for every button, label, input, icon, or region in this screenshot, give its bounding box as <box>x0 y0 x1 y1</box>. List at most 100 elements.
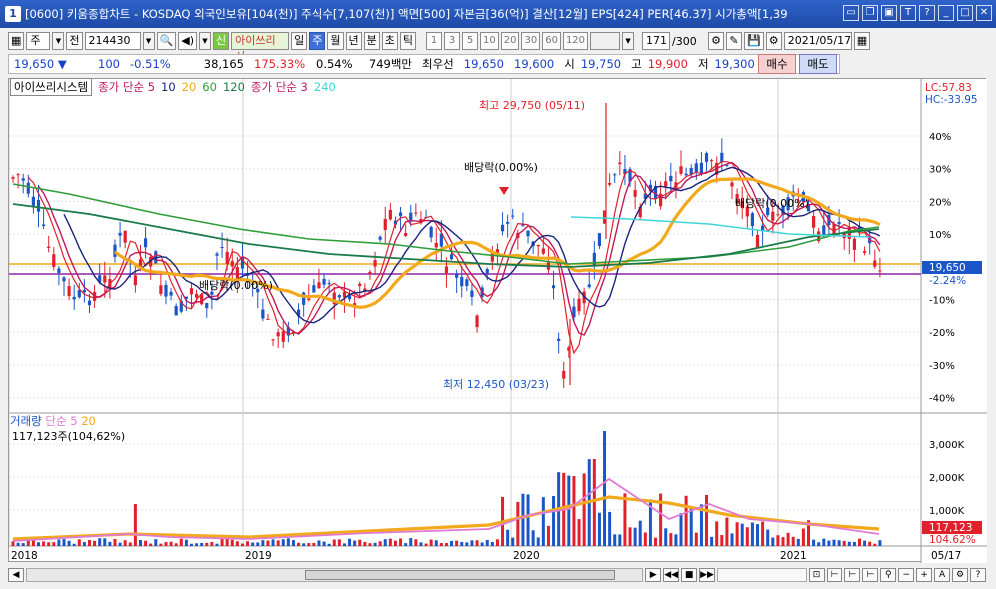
close-icon[interactable]: ✕ <box>976 5 992 21</box>
zoom-slider[interactable] <box>716 568 807 582</box>
volume-bar <box>169 541 173 546</box>
scroll-right-icon[interactable]: ▶ <box>645 568 662 582</box>
period-day[interactable]: 일 <box>291 32 308 50</box>
zoom-out-icon[interactable]: − <box>898 568 915 582</box>
volume-bar <box>873 543 877 546</box>
minute-20[interactable]: 20 <box>500 32 520 50</box>
candle-body <box>694 163 698 173</box>
volume-bar <box>766 529 770 546</box>
volume-ma-label[interactable]: 단순 5 <box>45 414 77 428</box>
pin-icon[interactable]: T <box>900 5 916 21</box>
minute-5[interactable]: 5 <box>462 32 478 50</box>
volume-bar <box>363 541 367 546</box>
minute-10[interactable]: 10 <box>480 32 499 50</box>
period-minute[interactable]: 분 <box>363 32 380 50</box>
chevron-down-icon[interactable]: ▼ <box>142 32 155 50</box>
scroll-left-icon[interactable]: ◀ <box>8 568 24 582</box>
minute-120[interactable]: 120 <box>562 32 589 50</box>
candle-body <box>281 331 285 342</box>
help-icon[interactable]: ? <box>970 568 986 582</box>
chart-svg[interactable]: 40%30%20%10%0%-10%-20%-30%-40%LC:57.83HC… <box>8 79 987 563</box>
forward-icon[interactable]: ▶▶ <box>699 568 715 582</box>
indicator-icon[interactable]: ⚙ <box>708 32 725 50</box>
ma2-legend-label[interactable]: 종가 단순 3 <box>251 79 308 95</box>
signal-button[interactable]: 신 <box>213 32 230 50</box>
candle-body <box>189 288 194 295</box>
tool3-icon[interactable]: ⊢ <box>862 568 879 582</box>
maximize-icon[interactable]: □ <box>957 5 973 21</box>
high-price: 19,900 <box>647 57 688 71</box>
search-icon[interactable]: 🔍 <box>156 32 177 50</box>
zoom-icon[interactable]: ⚲ <box>880 568 897 582</box>
sell-button[interactable]: 매도 <box>799 54 837 74</box>
calendar-icon[interactable]: ▦ <box>853 32 871 50</box>
chevron-down-icon[interactable]: ▼ <box>622 32 635 50</box>
volume-bar <box>388 538 392 546</box>
minimize-icon[interactable]: ▭ <box>843 5 859 21</box>
scroll-thumb[interactable] <box>304 570 615 580</box>
volume-bar <box>195 543 199 546</box>
system-legend[interactable]: 아이쓰리시스템 <box>10 78 93 96</box>
chart-panel[interactable]: 40%30%20%10%0%-10%-20%-30%-40%LC:57.83HC… <box>8 78 987 563</box>
candle-body <box>164 284 168 297</box>
period-second[interactable]: 초 <box>381 32 398 50</box>
volume-bar <box>669 533 673 546</box>
candle-body <box>215 253 219 256</box>
candle-body <box>52 254 56 267</box>
candle-body <box>210 291 214 295</box>
ma120-legend[interactable]: 120 <box>223 80 245 94</box>
count-input[interactable]: 171 <box>642 32 671 50</box>
rewind-icon[interactable]: ◀◀ <box>663 568 680 582</box>
candle-body <box>618 162 622 165</box>
link-icon[interactable]: ▣ <box>881 5 897 21</box>
save-icon[interactable]: 💾 <box>744 32 764 50</box>
period-week[interactable]: 주 <box>309 32 326 50</box>
restore-icon[interactable]: ❐ <box>862 5 878 21</box>
zoom-fit-icon[interactable]: ⊡ <box>808 568 825 582</box>
zoom-in-icon[interactable]: + <box>916 568 933 582</box>
draw-icon[interactable]: ✎ <box>726 32 743 50</box>
code-input[interactable]: 214430 <box>84 32 141 50</box>
system-name-field[interactable]: 아이쓰리시 <box>231 32 290 63</box>
volume-bar <box>378 541 382 546</box>
sound-icon[interactable]: ◀) <box>178 32 197 50</box>
period-tick[interactable]: 틱 <box>399 32 416 50</box>
minute-60[interactable]: 60 <box>542 32 561 50</box>
minimize-window-icon[interactable]: _ <box>938 5 954 21</box>
stop-icon[interactable]: ■ <box>681 568 698 582</box>
volume-ma20-label[interactable]: 20 <box>81 414 96 428</box>
ma60-legend[interactable]: 60 <box>202 80 217 94</box>
volume-bar <box>506 529 510 546</box>
candle-body <box>837 222 841 225</box>
grid-icon[interactable]: ▦ <box>8 32 25 50</box>
minute-1[interactable]: 1 <box>426 32 442 50</box>
minute-3[interactable]: 3 <box>444 32 460 50</box>
config-icon[interactable]: ⚙ <box>952 568 969 582</box>
period-year[interactable]: 년 <box>345 32 362 50</box>
tool1-icon[interactable]: ⊢ <box>826 568 843 582</box>
text-icon[interactable]: A <box>934 568 951 582</box>
period-month[interactable]: 월 <box>327 32 344 50</box>
date-input[interactable]: 2021/05/17 <box>783 32 852 50</box>
candle-body <box>36 199 41 212</box>
prev-button[interactable]: 전 <box>66 32 83 50</box>
candle-body <box>276 332 280 337</box>
tool2-icon[interactable]: ⊢ <box>844 568 861 582</box>
vol-pct: 104.62% <box>929 534 976 546</box>
custom-period-input[interactable] <box>590 32 621 50</box>
ma-legend-label[interactable]: 종가 단순 5 <box>98 79 155 95</box>
period-type-select[interactable]: 주 <box>26 32 51 50</box>
minute-30[interactable]: 30 <box>521 32 541 50</box>
chevron-down-icon[interactable]: ▼ <box>52 32 65 50</box>
ma240-legend[interactable]: 240 <box>314 80 336 94</box>
volume-bar <box>409 538 413 546</box>
chart-scrollbar[interactable]: ◀ ▶ ◀◀ ■ ▶▶ ⊡ ⊢ ⊢ ⊢ ⚲ − + A ⚙ ? <box>8 566 986 584</box>
buy-button[interactable]: 매수 <box>758 54 796 74</box>
chevron-down-icon[interactable]: ▼ <box>199 32 211 50</box>
settings-icon[interactable]: ⚙ <box>765 32 782 50</box>
ma20-legend[interactable]: 20 <box>182 80 197 94</box>
scroll-track[interactable] <box>25 568 644 582</box>
ma10-legend[interactable]: 10 <box>161 80 176 94</box>
volume-legend-label[interactable]: 거래량 <box>10 414 42 428</box>
help-icon[interactable]: ? <box>919 5 935 21</box>
